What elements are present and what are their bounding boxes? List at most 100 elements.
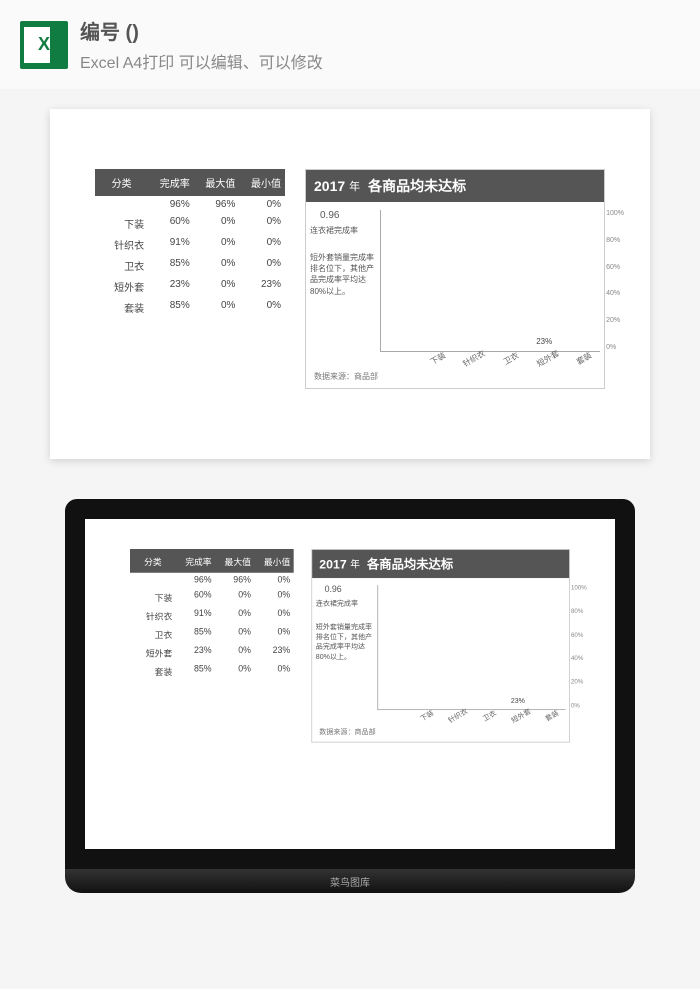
table-row: 卫衣85%0%0% bbox=[130, 625, 294, 643]
chart-max-value: 0.96 bbox=[325, 585, 374, 595]
table-cell: 60% bbox=[148, 213, 194, 234]
header-text-block: 编号 () Excel A4打印 可以编辑、可以修改 bbox=[80, 16, 323, 73]
table-cell: 23% bbox=[254, 643, 293, 661]
chart-note: 短外套销量完成率排名位下，其他产品完成率平均达 80%以上。 bbox=[316, 622, 374, 661]
table-cell: 针织衣 bbox=[130, 606, 176, 624]
chart-y-tick: 60% bbox=[571, 632, 587, 638]
chart-y-tick: 20% bbox=[571, 679, 587, 685]
chart-y-tick: 80% bbox=[571, 609, 587, 615]
table-cell: 套装 bbox=[130, 662, 176, 680]
table-cell: 0% bbox=[254, 588, 293, 606]
table-cell: 0% bbox=[215, 588, 254, 606]
laptop-chart-card: 2017 年 各商品均未达标 0.96 连衣裙完成率 短外套销量完成率排名位下，… bbox=[311, 549, 570, 743]
table-cell: 60% bbox=[176, 588, 215, 606]
document-preview-card: 分类 完成率 最大值 最小值 96%96%0%下装60%0%0%针织衣91%0%… bbox=[50, 109, 650, 459]
table-cell: 23% bbox=[239, 276, 285, 297]
table-row: 短外套23%0%23% bbox=[95, 276, 285, 297]
chart-card: 2017 年 各商品均未达标 0.96 连衣裙完成率 短外套销量完成率排名位下，… bbox=[305, 169, 605, 389]
chart-max-value: 0.96 bbox=[320, 210, 376, 221]
table-cell: 0% bbox=[215, 643, 254, 661]
table-cell: 96% bbox=[215, 573, 254, 588]
chart-y-tick: 40% bbox=[571, 656, 587, 662]
table-row: 针织衣91%0%0% bbox=[95, 234, 285, 255]
table-row: 下装60%0%0% bbox=[130, 588, 294, 606]
table-cell: 0% bbox=[194, 276, 240, 297]
table-cell: 85% bbox=[176, 662, 215, 680]
chart-y-tick: 100% bbox=[606, 210, 624, 217]
table-cell: 0% bbox=[215, 625, 254, 643]
chart-bars: 23% bbox=[381, 210, 600, 351]
chart-max-label: 连衣裙完成率 bbox=[310, 225, 376, 236]
table-row: 短外套23%0%23% bbox=[130, 643, 294, 661]
page-header: X 编号 () Excel A4打印 可以编辑、可以修改 bbox=[0, 0, 700, 89]
table-cell: 85% bbox=[176, 625, 215, 643]
table-cell: 96% bbox=[176, 573, 215, 588]
laptop-table-body: 96%96%0%下装60%0%0%针织衣91%0%0%卫衣85%0%0%短外套2… bbox=[130, 573, 294, 680]
chart-y-tick: 20% bbox=[606, 317, 624, 324]
table-cell: 0% bbox=[254, 625, 293, 643]
chart-plot-area: 23% 100%80%60%40%20%0% bbox=[380, 210, 600, 352]
chart-bar-annotation: 23% bbox=[511, 697, 525, 705]
laptop-chart-plot-area: 23% 100%80%60%40%20%0% bbox=[377, 585, 565, 710]
laptop-chart-x-labels: 下装针织衣卫衣短外套套装 bbox=[312, 710, 569, 721]
table-cell: 针织衣 bbox=[95, 234, 148, 255]
table-cell bbox=[130, 573, 176, 588]
chart-footer: 数据来源：商品部 bbox=[306, 365, 604, 382]
chart-title-bar: 2017 年 各商品均未达标 bbox=[306, 170, 604, 202]
th-rate: 完成率 bbox=[148, 169, 194, 196]
th-min: 最小值 bbox=[254, 549, 293, 573]
chart-y-tick: 40% bbox=[606, 290, 624, 297]
th-rate: 完成率 bbox=[176, 549, 215, 573]
laptop-base: 菜鸟图库 bbox=[65, 869, 635, 893]
table-cell: 23% bbox=[176, 643, 215, 661]
laptop-table-header-row: 分类 完成率 最大值 最小值 bbox=[130, 549, 294, 573]
table-cell: 套装 bbox=[95, 297, 148, 318]
excel-file-icon: X bbox=[20, 21, 68, 69]
th-category: 分类 bbox=[130, 549, 176, 573]
chart-y-tick: 0% bbox=[571, 703, 587, 709]
laptop-data-table: 分类 完成率 最大值 最小值 96%96%0%下装60%0%0%针织衣91%0%… bbox=[130, 549, 294, 680]
table-cell: 0% bbox=[239, 196, 285, 213]
table-row: 套装85%0%0% bbox=[95, 297, 285, 318]
laptop-chart-footer: 数据来源：商品部 bbox=[312, 721, 569, 736]
chart-y-tick: 0% bbox=[606, 344, 624, 351]
chart-year: 2017 bbox=[314, 178, 345, 194]
table-cell: 0% bbox=[194, 297, 240, 318]
chart-year: 2017 bbox=[319, 557, 346, 571]
table-cell: 85% bbox=[148, 297, 194, 318]
table-cell: 0% bbox=[194, 255, 240, 276]
table-cell: 0% bbox=[239, 255, 285, 276]
table-cell: 0% bbox=[254, 662, 293, 680]
laptop-mockup: 分类 完成率 最大值 最小值 96%96%0%下装60%0%0%针织衣91%0%… bbox=[65, 499, 635, 893]
chart-bar-annotation: 23% bbox=[536, 337, 552, 346]
chart-year-suffix: 年 bbox=[350, 557, 360, 571]
chart-y-tick: 80% bbox=[606, 237, 624, 244]
page-title: 编号 () bbox=[80, 16, 323, 45]
laptop-chart-bars: 23% bbox=[378, 585, 565, 709]
th-category: 分类 bbox=[95, 169, 148, 196]
table-cell: 23% bbox=[148, 276, 194, 297]
th-max: 最大值 bbox=[194, 169, 240, 196]
data-table: 分类 完成率 最大值 最小值 96%96%0%下装60%0%0%针织衣91%0%… bbox=[95, 169, 285, 318]
table-row: 针织衣91%0%0% bbox=[130, 606, 294, 624]
chart-body: 0.96 连衣裙完成率 短外套销量完成率排名位下，其他产品完成率平均达 80%以… bbox=[306, 202, 604, 352]
laptop-chart-title-bar: 2017 年 各商品均未达标 bbox=[312, 550, 569, 578]
table-row: 套装85%0%0% bbox=[130, 662, 294, 680]
table-cell: 0% bbox=[239, 297, 285, 318]
table-cell: 0% bbox=[215, 606, 254, 624]
laptop-chart-sidebar: 0.96 连衣裙完成率 短外套销量完成率排名位下，其他产品完成率平均达 80%以… bbox=[316, 585, 378, 710]
chart-title-text: 各商品均未达标 bbox=[367, 555, 453, 573]
laptop-brand: 菜鸟图库 bbox=[330, 874, 370, 889]
table-cell: 0% bbox=[254, 573, 293, 588]
chart-note: 短外套销量完成率排名位下，其他产品完成率平均达 80%以上。 bbox=[310, 252, 376, 297]
table-cell: 96% bbox=[194, 196, 240, 213]
table-cell: 0% bbox=[215, 662, 254, 680]
table-cell: 0% bbox=[239, 213, 285, 234]
table-row: 96%96%0% bbox=[130, 573, 294, 588]
excel-x: X bbox=[38, 34, 50, 55]
table-cell: 下装 bbox=[130, 588, 176, 606]
content-row: 分类 完成率 最大值 最小值 96%96%0%下装60%0%0%针织衣91%0%… bbox=[80, 169, 620, 389]
th-max: 最大值 bbox=[215, 549, 254, 573]
table-row: 卫衣85%0%0% bbox=[95, 255, 285, 276]
chart-title-text: 各商品均未达标 bbox=[368, 176, 466, 196]
